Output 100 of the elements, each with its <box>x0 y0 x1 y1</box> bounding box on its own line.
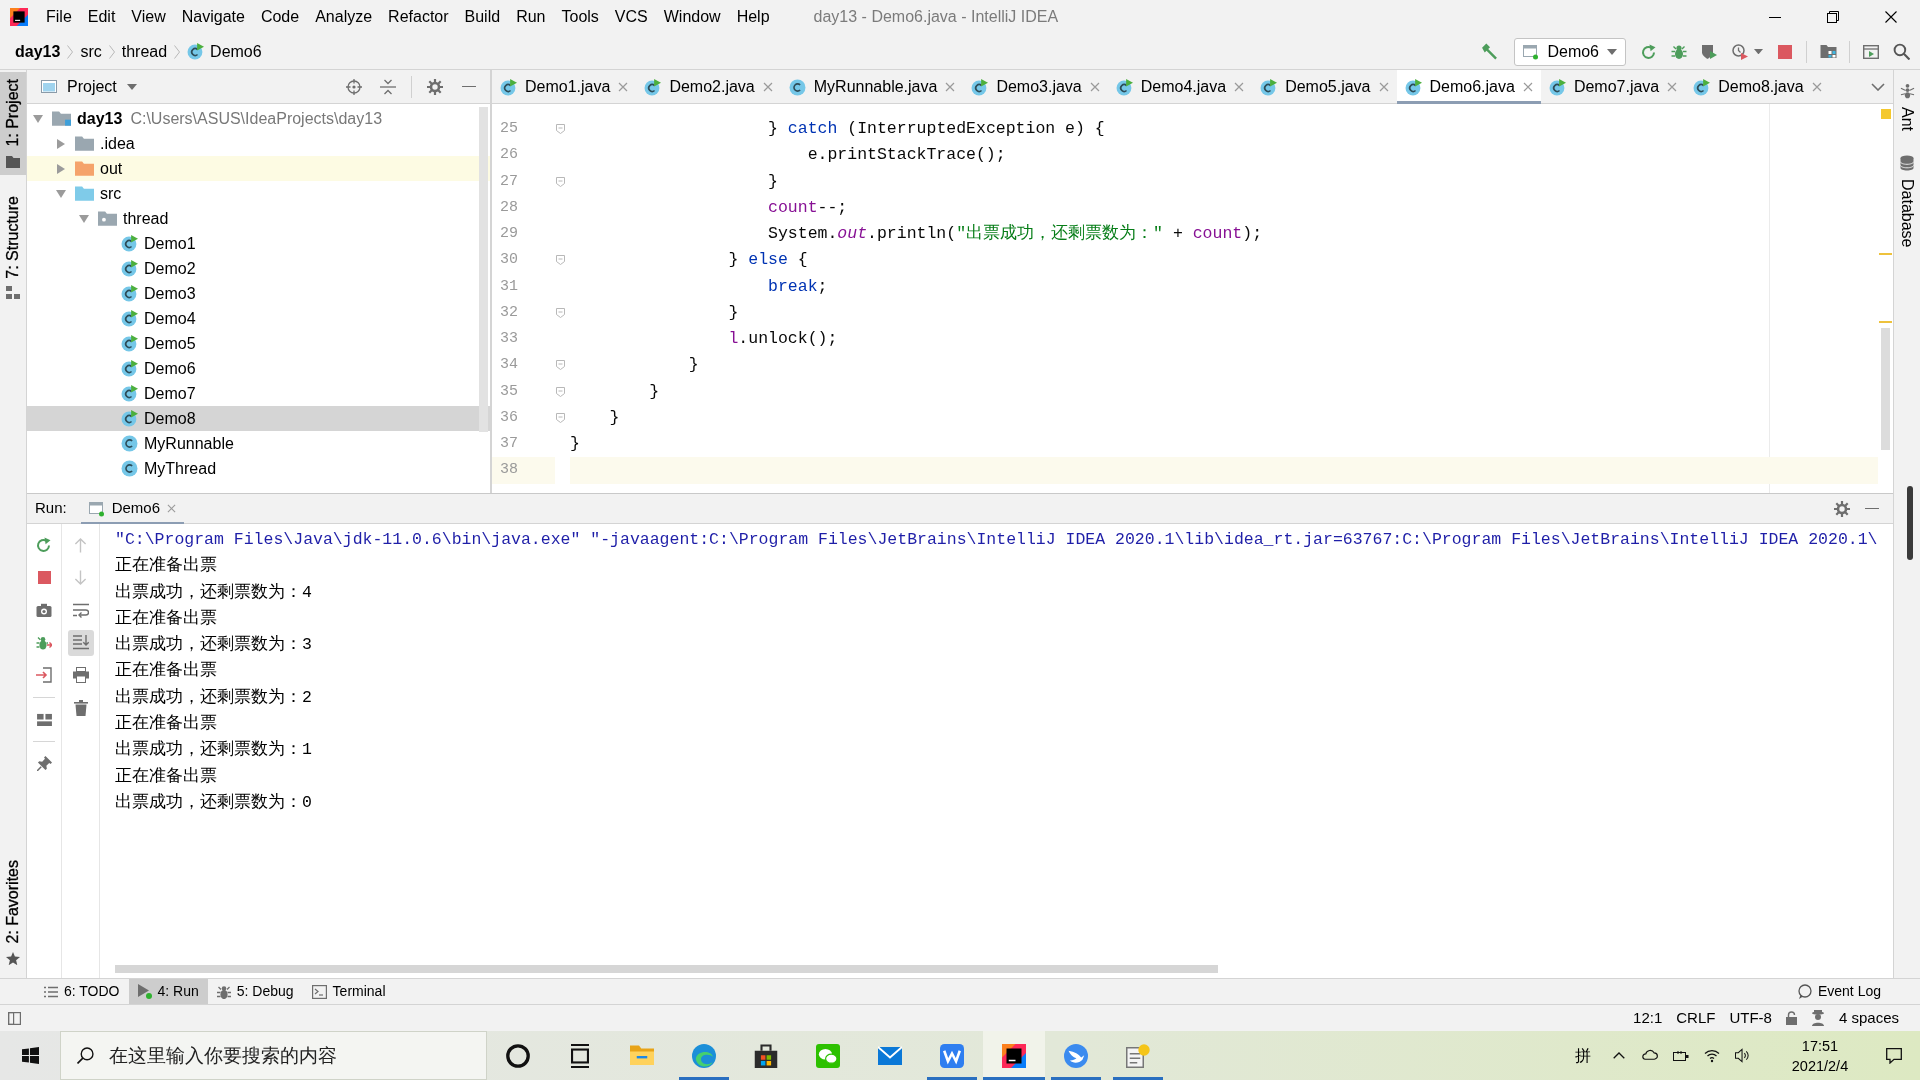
speech-bubble-icon <box>1797 984 1812 999</box>
tool-window-button[interactable]: Terminal <box>302 979 395 1004</box>
run-tab[interactable]: Demo6 <box>80 493 185 524</box>
arrow-up-icon <box>74 537 87 553</box>
close-icon[interactable] <box>1089 82 1100 92</box>
close-icon <box>1885 11 1897 23</box>
event-log-button[interactable]: Event Log <box>1788 979 1890 1004</box>
fold-marker-icon[interactable] <box>556 176 565 187</box>
close-icon[interactable] <box>1378 82 1389 92</box>
tool-window-button[interactable]: 2: Favorites <box>0 852 26 972</box>
menu-item[interactable]: Navigate <box>173 5 253 29</box>
tree-item[interactable]: thread <box>27 206 490 231</box>
editor-tab[interactable]: Demo6.java <box>1396 70 1541 104</box>
menu-item[interactable]: Analyze <box>307 5 381 29</box>
scrollbar-thumb[interactable] <box>115 965 1218 973</box>
editor-tab[interactable]: Demo7.java <box>1540 70 1686 104</box>
breadcrumb-item[interactable]: src <box>80 39 102 64</box>
line-number: 31 <box>499 276 519 297</box>
tree-item[interactable]: Demo8 <box>27 406 490 431</box>
menu-item[interactable]: Window <box>655 5 729 29</box>
fold-marker-icon[interactable] <box>556 412 565 423</box>
scrollbar-thumb[interactable] <box>479 107 488 432</box>
close-icon[interactable] <box>1234 82 1245 92</box>
tool-window-button[interactable]: 5: Debug <box>207 979 303 1004</box>
indent-setting[interactable]: 4 spaces <box>1831 1005 1906 1031</box>
console-line: 正在准备出票 <box>115 607 218 630</box>
folder-icon <box>6 154 20 168</box>
app-logo-icon <box>10 8 28 26</box>
tool-window-button[interactable]: 6: TODO <box>35 979 129 1004</box>
project-view-dropdown[interactable]: Project <box>37 74 141 99</box>
menu-item[interactable]: Edit <box>79 5 124 29</box>
editor-tab[interactable]: Demo8.java <box>1685 70 1830 104</box>
clock-play-icon <box>1731 43 1748 60</box>
window-icon <box>88 500 105 517</box>
close-icon[interactable] <box>762 82 773 92</box>
menu-item[interactable]: View <box>123 5 174 29</box>
tree-item[interactable]: MyThread <box>27 456 490 481</box>
panels-button[interactable] <box>8 1011 21 1025</box>
menu-item[interactable]: Tools <box>553 5 607 29</box>
folder-icon <box>75 186 94 201</box>
search-field[interactable]: 在这里输入你要搜索的内容 <box>60 1031 487 1080</box>
tree-item[interactable]: .idea <box>27 131 490 156</box>
fold-marker-icon[interactable] <box>556 386 565 397</box>
fold-marker-icon[interactable] <box>556 124 565 135</box>
caret-position[interactable]: 12:1 <box>1626 1005 1670 1031</box>
tool-window-button[interactable]: Ant <box>1894 76 1920 138</box>
run-config-dropdown[interactable]: Demo6 <box>1514 37 1626 66</box>
menu-item[interactable]: VCS <box>606 5 656 29</box>
breadcrumb-item[interactable]: day13 <box>15 39 61 64</box>
tool-window-button[interactable]: 7: Structure <box>0 188 26 307</box>
menu-item[interactable]: File <box>38 5 80 29</box>
tool-window-button[interactable]: 4: Run <box>128 979 208 1004</box>
menu-item[interactable]: Refactor <box>380 5 457 29</box>
editor-tab[interactable]: MyRunnable.java <box>780 70 964 104</box>
scrollbar-thumb[interactable] <box>1907 486 1913 560</box>
menu-item[interactable]: Help <box>728 5 778 29</box>
breadcrumb-item[interactable]: thread <box>121 39 168 64</box>
settings-icon <box>427 78 443 95</box>
editor-tab[interactable]: Demo2.java <box>636 70 781 104</box>
close-icon[interactable] <box>1811 82 1822 92</box>
input-method-indicator[interactable]: 拼 <box>1563 1031 1603 1080</box>
clock-time[interactable]: 17:51 <box>1772 1035 1868 1056</box>
scroll-end-button[interactable] <box>67 629 94 656</box>
restore-icon <box>1827 11 1839 23</box>
clock-date[interactable]: 2021/2/4 <box>1772 1055 1868 1076</box>
tool-window-button[interactable]: Database <box>1894 148 1920 255</box>
close-icon[interactable] <box>167 504 177 513</box>
editor-tab[interactable]: Demo4.java <box>1107 70 1253 104</box>
minimize-icon <box>462 85 476 88</box>
menu-item[interactable]: Build <box>456 5 509 29</box>
tree-item[interactable]: day13 C:\Users\ASUS\IdeaProjects\day13 <box>27 106 490 131</box>
line-number: 30 <box>499 250 519 271</box>
scroll-end-icon <box>72 635 89 650</box>
tree-item[interactable]: out <box>27 156 490 181</box>
play-icon <box>137 984 152 999</box>
close-icon[interactable] <box>1522 82 1533 92</box>
tree-item[interactable]: src <box>27 181 490 206</box>
crosshair-icon <box>346 78 362 95</box>
stripe-marker-icon[interactable] <box>1879 253 1892 255</box>
close-icon[interactable] <box>1667 82 1678 92</box>
menu-item[interactable]: Run <box>508 5 554 29</box>
tree-item[interactable]: MyRunnable <box>27 431 490 456</box>
editor-tab[interactable]: Demo5.java <box>1252 70 1397 104</box>
close-icon[interactable] <box>618 82 629 92</box>
scrollbar-thumb[interactable] <box>1881 328 1890 450</box>
line-separator[interactable]: CRLF <box>1669 1005 1723 1031</box>
fold-marker-icon[interactable] <box>556 360 565 371</box>
menu-item[interactable]: Code <box>252 5 308 29</box>
folder-icon <box>630 1043 654 1068</box>
taskbar-app-button[interactable] <box>983 1031 1045 1080</box>
fold-marker-icon[interactable] <box>556 307 565 318</box>
file-encoding[interactable]: UTF-8 <box>1722 1005 1779 1031</box>
stripe-marker-icon[interactable] <box>1879 321 1892 323</box>
wifi-icon <box>1703 1048 1720 1063</box>
tool-window-button[interactable]: 1: Project <box>0 72 26 175</box>
editor-tab[interactable]: Demo1.java <box>492 70 637 104</box>
close-icon[interactable] <box>945 82 956 92</box>
editor-tab[interactable]: Demo3.java <box>963 70 1108 104</box>
fold-marker-icon[interactable] <box>556 255 565 266</box>
breadcrumb-item[interactable]: Demo6 <box>187 39 262 64</box>
